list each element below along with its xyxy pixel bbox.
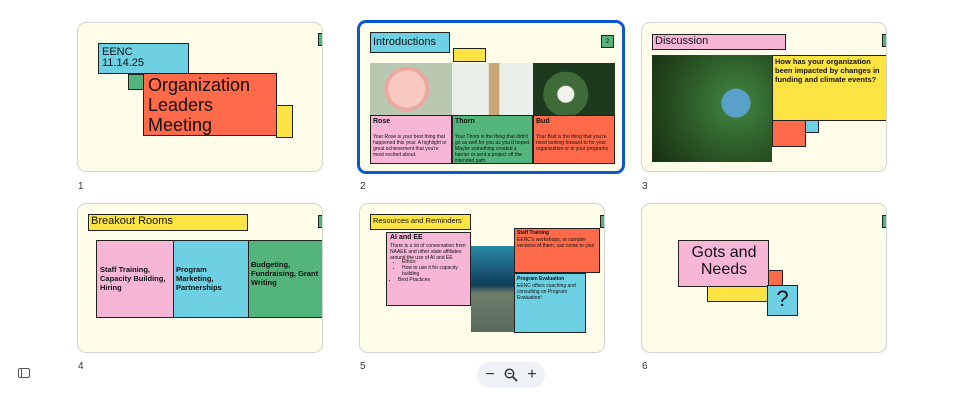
eval-box (514, 273, 586, 333)
magnifier-icon (504, 368, 518, 382)
slide-thumbnail-1[interactable]: 1 EENC 11.14.25 Organization Leaders Mee… (77, 22, 323, 172)
staff-text: EENC's workshops, or sampler versions of… (517, 237, 595, 249)
ai-heading: AI and EE (390, 234, 423, 241)
accent-square (767, 270, 783, 286)
breakout-text-3: Budgeting, Fundraising, Grant Writing (251, 260, 319, 287)
bud-text: Your Bud is the thing that you're most l… (536, 134, 610, 152)
thorn-heading: Thorn (455, 118, 475, 125)
network-image (471, 246, 514, 332)
slide-thumbnail-6[interactable]: 6 Gots and Needs ? (641, 203, 887, 353)
breakout-text-1: Staff Training, Capacity Building, Hirin… (100, 265, 166, 292)
slide-title: Gots and Needs (691, 244, 757, 278)
slide-title: Resources and Reminders (373, 216, 462, 225)
slide-number: 1 (78, 181, 84, 192)
slide-thumbnail-4[interactable]: 4 Breakout Rooms Staff Training, Capacit… (77, 203, 323, 353)
accent-bar (453, 48, 486, 62)
slide-number: 3 (642, 181, 648, 192)
rose-image (370, 63, 452, 115)
zoom-in-button[interactable]: + (521, 364, 543, 386)
toggle-icon-divider (21, 369, 22, 377)
slide-badge: 2 (601, 35, 614, 48)
slide-badge: 6 (882, 215, 886, 228)
slide-thumbnail-3[interactable]: 3 Discussion How has your organization b… (641, 22, 887, 172)
earth-image (652, 55, 772, 162)
accent-bar (707, 286, 771, 302)
date-label: 11.14.25 (102, 57, 145, 69)
rose-heading: Rose (373, 118, 391, 125)
ai-bullet-list: Ethics How to use it for capacity buildi… (389, 259, 470, 283)
slide-thumbnail-5[interactable]: 5 Resources and Reminders AI and EE Ther… (359, 203, 605, 353)
filmstrip-toggle-icon[interactable] (18, 368, 30, 378)
slide-title: Breakout Rooms (91, 215, 173, 227)
slide-badge: 4 (318, 215, 322, 228)
question-text: How has your organization been impacted … (775, 57, 880, 84)
accent-block (772, 119, 806, 147)
slide-badge: 3 (882, 34, 886, 47)
accent-bar (276, 105, 293, 138)
slide-badge: 1 (318, 33, 322, 46)
thorn-text: Your Thorn is the thing that didn't go a… (455, 134, 531, 164)
slide-number: 4 (78, 361, 84, 372)
slide-number: 6 (642, 361, 648, 372)
rose-text: Your Rose is your best thing that happen… (373, 134, 447, 158)
slide-title: Discussion (655, 35, 709, 47)
thorn-image (452, 63, 533, 115)
breakout-text-2: Program Marketing, Partnerships (176, 265, 222, 292)
eval-text: EENC offers coaching and consulting on P… (517, 283, 576, 301)
slide-title: Organization Leaders Meeting (148, 75, 251, 135)
bud-heading: Bud (536, 118, 550, 125)
bud-image (533, 63, 615, 115)
zoom-out-button[interactable]: − (479, 364, 501, 386)
accent-square (128, 74, 144, 90)
slide-number: 5 (360, 361, 366, 372)
staff-heading: Staff Training (517, 230, 549, 236)
slide-thumbnail-2[interactable]: 2 Introductions Rose Your Rose is your b… (357, 20, 625, 174)
slide-title: Introductions (373, 36, 436, 48)
list-item: Best Practices (398, 277, 470, 283)
zoom-icon[interactable] (500, 364, 522, 386)
list-item: How to use it for capacity building (402, 265, 470, 277)
slide-badge: 5 (600, 215, 604, 228)
question-mark: ? (776, 286, 789, 311)
eval-heading: Program Evaluation (517, 276, 565, 282)
zoom-controls: − + (477, 362, 545, 388)
slide-number: 2 (360, 181, 366, 192)
